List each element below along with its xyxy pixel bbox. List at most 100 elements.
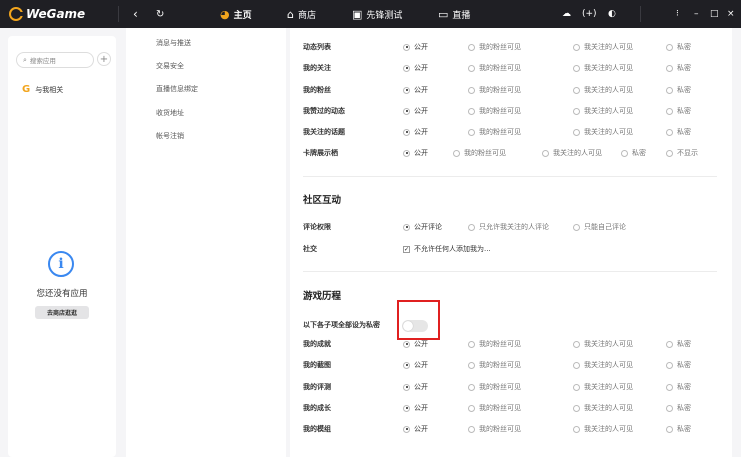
option-label: 我关注的人可见: [584, 404, 633, 412]
option-self-comment[interactable]: 只能自己评论: [573, 222, 626, 232]
wegame-logo[interactable]: WeGame: [9, 6, 85, 22]
menu-item-live-binding[interactable]: 直播信息绑定: [156, 84, 198, 94]
option-label: 我的粉丝可见: [464, 149, 506, 157]
minimize-button[interactable]: –: [694, 5, 699, 23]
nav-store-label: 商店: [297, 10, 316, 21]
option-fans[interactable]: 我的粉丝可见: [468, 424, 521, 434]
option-following[interactable]: 我关注的人可见: [573, 106, 633, 116]
option-private[interactable]: 私密: [666, 127, 691, 137]
option-following[interactable]: 我关注的人可见: [573, 42, 633, 52]
option-public[interactable]: 公开: [403, 403, 428, 413]
menu-item-trade-security[interactable]: 交易安全: [156, 61, 184, 71]
option-private[interactable]: 私密: [666, 85, 691, 95]
avatar-button[interactable]: ◐: [608, 5, 616, 23]
option-public[interactable]: 公开: [403, 424, 428, 434]
option-private[interactable]: 私密: [621, 148, 646, 158]
menu-button[interactable]: ⁝: [676, 5, 679, 23]
option-public[interactable]: 公开: [403, 127, 428, 137]
related-to-me-item[interactable]: G 与我相关: [22, 84, 63, 95]
option-following[interactable]: 我关注的人可见: [573, 127, 633, 137]
radio-icon: [573, 383, 580, 391]
option-following[interactable]: 我关注的人可见: [573, 360, 633, 370]
radio-icon: [666, 128, 673, 136]
refresh-button[interactable]: ↻: [156, 5, 164, 23]
option-public[interactable]: 公开: [403, 85, 428, 95]
option-fans[interactable]: 我的粉丝可见: [468, 106, 521, 116]
option-public[interactable]: 公开: [403, 339, 428, 349]
plus-icon: +: [99, 53, 109, 65]
option-public[interactable]: 公开: [403, 63, 428, 73]
option-private[interactable]: 私密: [666, 424, 691, 434]
avatar-icon: ◐: [608, 9, 616, 19]
option-following[interactable]: 我关注的人可见: [573, 85, 633, 95]
option-public[interactable]: 公开: [403, 360, 428, 370]
option-label: 我的粉丝可见: [479, 340, 521, 348]
download-button[interactable]: (+): [582, 5, 597, 23]
option-private[interactable]: 私密: [666, 42, 691, 52]
cloud-button[interactable]: ☁: [562, 5, 571, 23]
option-fans[interactable]: 我的粉丝可见: [468, 339, 521, 349]
radio-icon: [573, 64, 580, 72]
home-icon: ◕: [220, 7, 230, 21]
option-fans[interactable]: 我的粉丝可见: [468, 382, 521, 392]
option-fans[interactable]: 我的粉丝可见: [468, 42, 521, 52]
option-hide[interactable]: 不显示: [666, 148, 698, 158]
radio-icon: [403, 404, 410, 412]
option-private[interactable]: 私密: [666, 360, 691, 370]
cloud-icon: ☁: [562, 9, 571, 19]
menu-item-address[interactable]: 收货地址: [156, 108, 184, 118]
checkbox-label: 不允许任何人添加我为...: [414, 245, 491, 253]
scrollbar[interactable]: [734, 28, 741, 457]
option-fans[interactable]: 我的粉丝可见: [468, 85, 521, 95]
maximize-button[interactable]: □: [710, 5, 719, 23]
close-button[interactable]: ×: [727, 5, 735, 23]
radio-icon: [621, 149, 628, 157]
go-to-store-button[interactable]: 去商店逛逛: [35, 306, 89, 319]
nav-test[interactable]: ▣ 先锋测试: [352, 5, 402, 23]
option-private[interactable]: 私密: [666, 403, 691, 413]
option-public[interactable]: 公开: [403, 148, 428, 158]
add-app-button[interactable]: +: [97, 52, 111, 66]
social-checkbox[interactable]: ✓ 不允许任何人添加我为...: [403, 244, 491, 254]
option-fans[interactable]: 我的粉丝可见: [468, 403, 521, 413]
option-following[interactable]: 我关注的人可见: [573, 424, 633, 434]
option-following[interactable]: 我关注的人可见: [573, 339, 633, 349]
radio-icon: [573, 43, 580, 51]
radio-icon: [573, 404, 580, 412]
option-label: 公开: [414, 86, 428, 94]
menu-item-account-cancel[interactable]: 帐号注销: [156, 131, 184, 141]
nav-home[interactable]: ◕ 主页: [220, 5, 252, 23]
option-following[interactable]: 我关注的人可见: [542, 148, 602, 158]
option-public[interactable]: 公开: [403, 382, 428, 392]
option-fans[interactable]: 我的粉丝可见: [468, 360, 521, 370]
radio-icon: [403, 86, 410, 94]
back-button[interactable]: ‹: [133, 5, 138, 23]
search-icon: ⌕: [23, 55, 27, 64]
radio-icon: [468, 86, 475, 94]
section-title-history: 游戏历程: [303, 291, 342, 302]
nav-live[interactable]: ▭ 直播: [438, 5, 470, 23]
option-private[interactable]: 私密: [666, 106, 691, 116]
refresh-icon: ↻: [156, 8, 165, 20]
row-label: 我的模组: [303, 425, 331, 433]
option-fans[interactable]: 我的粉丝可见: [468, 63, 521, 73]
option-public[interactable]: 公开: [403, 106, 428, 116]
row-label: 社交: [303, 245, 317, 253]
empty-apps-text: 您还没有应用: [36, 289, 88, 299]
option-private[interactable]: 私密: [666, 339, 691, 349]
option-private[interactable]: 私密: [666, 63, 691, 73]
option-public[interactable]: 公开: [403, 42, 428, 52]
option-private[interactable]: 私密: [666, 382, 691, 392]
nav-store[interactable]: ⌂ 商店: [287, 5, 316, 23]
menu-item-messages[interactable]: 消息与推送: [156, 38, 191, 48]
option-fans[interactable]: 我的粉丝可见: [468, 127, 521, 137]
option-public-comment[interactable]: 公开评论: [403, 222, 442, 232]
search-input[interactable]: ⌕ 搜索应用: [16, 52, 94, 68]
related-label: 与我相关: [35, 85, 64, 94]
option-following[interactable]: 我关注的人可见: [573, 403, 633, 413]
option-fans[interactable]: 我的粉丝可见: [453, 148, 506, 158]
option-following[interactable]: 我关注的人可见: [573, 382, 633, 392]
option-following-comment[interactable]: 只允许我关注的人评论: [468, 222, 549, 232]
option-following[interactable]: 我关注的人可见: [573, 63, 633, 73]
option-label: 公开: [414, 43, 428, 51]
